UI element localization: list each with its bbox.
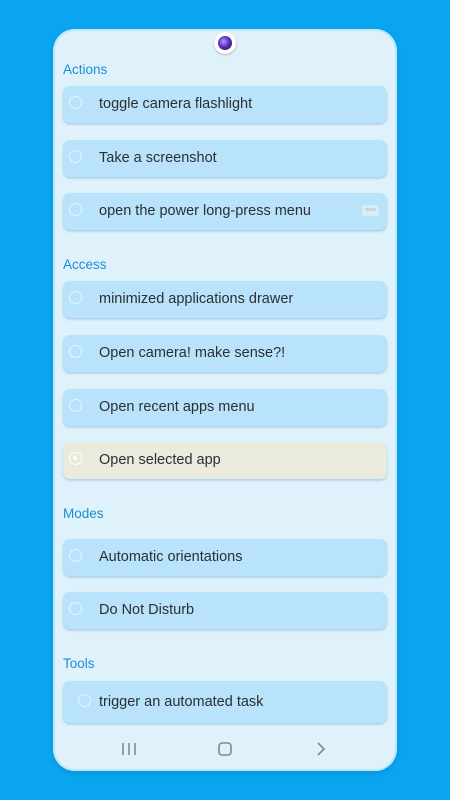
- option-label: trigger an automated task: [99, 694, 264, 710]
- section-title-modes: Modes: [63, 506, 104, 521]
- option-open-camera[interactable]: Open camera! make sense?!: [63, 335, 387, 372]
- option-label: Automatic orientations: [99, 549, 243, 565]
- radio-button[interactable]: [69, 291, 82, 304]
- option-label: Do Not Disturb: [99, 602, 195, 618]
- radio-button[interactable]: [69, 150, 82, 163]
- navigation-bar: [53, 729, 397, 771]
- option-do-not-disturb[interactable]: Do Not Disturb: [63, 592, 387, 629]
- option-power-menu[interactable]: open the power long-press menu new: [63, 193, 387, 230]
- option-label: Take a screenshot: [99, 150, 217, 166]
- radio-button[interactable]: [69, 549, 82, 562]
- camera-lens-icon: [218, 36, 232, 50]
- option-take-screenshot[interactable]: Take a screenshot: [63, 140, 387, 177]
- option-recent-apps[interactable]: Open recent apps menu: [63, 389, 387, 426]
- section-title-access: Access: [63, 257, 107, 272]
- radio-button-selected[interactable]: [69, 452, 82, 465]
- front-camera: [214, 32, 236, 54]
- option-label: minimized applications drawer: [99, 291, 294, 307]
- new-badge: new: [362, 205, 379, 216]
- home-icon[interactable]: [213, 739, 237, 759]
- option-trigger-task[interactable]: trigger an automated task: [63, 681, 387, 723]
- option-auto-orientation[interactable]: Automatic orientations: [63, 539, 387, 576]
- radio-button[interactable]: [78, 694, 91, 707]
- radio-button[interactable]: [69, 203, 82, 216]
- option-minimized-drawer[interactable]: minimized applications drawer: [63, 281, 387, 318]
- option-label: open the power long-press menu: [99, 203, 311, 219]
- option-label: Open recent apps menu: [99, 399, 255, 415]
- option-label: Open camera! make sense?!: [99, 345, 286, 361]
- back-icon[interactable]: [309, 739, 333, 759]
- option-toggle-flashlight[interactable]: toggle camera flashlight: [63, 86, 387, 123]
- radio-button[interactable]: [69, 399, 82, 412]
- option-label: Open selected app: [99, 452, 221, 468]
- option-open-selected-app[interactable]: Open selected app: [63, 442, 387, 479]
- radio-button[interactable]: [69, 602, 82, 615]
- section-title-actions: Actions: [63, 62, 108, 77]
- radio-button[interactable]: [69, 345, 82, 358]
- option-label: toggle camera flashlight: [99, 96, 253, 112]
- phone-screen: Actions toggle camera flashlight Take a …: [53, 29, 397, 771]
- radio-button[interactable]: [69, 96, 82, 109]
- recent-apps-icon[interactable]: [117, 739, 141, 759]
- section-title-tools: Tools: [63, 656, 95, 671]
